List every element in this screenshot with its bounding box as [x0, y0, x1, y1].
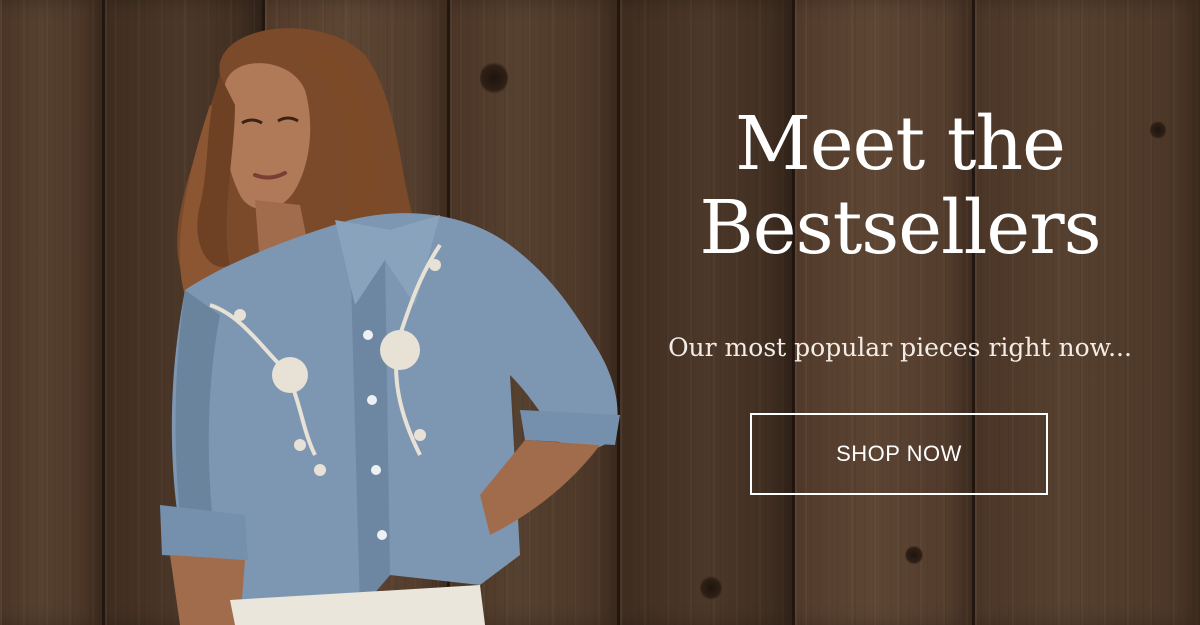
shop-now-label: SHOP NOW: [836, 441, 962, 466]
wood-knot: [700, 575, 722, 601]
hero-headline: Meet the Bestsellers: [640, 102, 1160, 270]
headline-line-1: Meet the: [735, 101, 1066, 187]
shop-now-button[interactable]: SHOP NOW: [750, 413, 1048, 495]
headline-line-2: Bestsellers: [699, 185, 1101, 271]
hero-banner: Meet the Bestsellers Our most popular pi…: [0, 0, 1200, 625]
hero-subheadline: Our most popular pieces right now...: [668, 333, 1132, 362]
model-photo: [150, 15, 630, 625]
wood-knot: [905, 545, 923, 565]
